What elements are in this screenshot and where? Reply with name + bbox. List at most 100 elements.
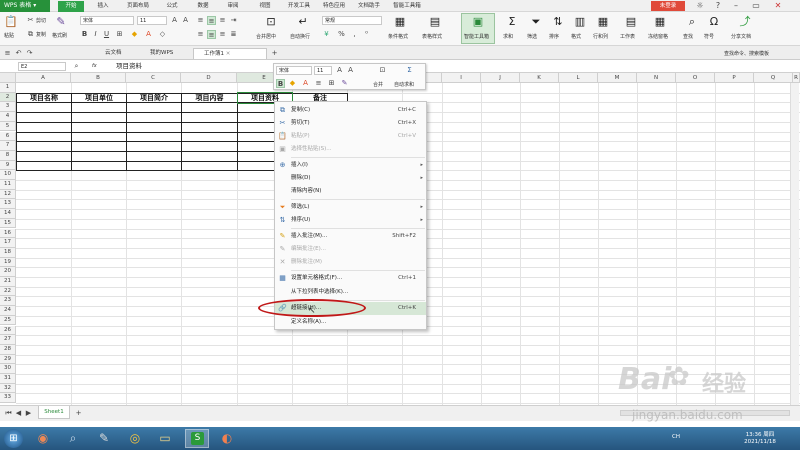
format-painter-icon[interactable]: ✎ (54, 15, 68, 29)
row-header[interactable]: 6 (0, 131, 16, 142)
row-header[interactable]: 3 (0, 102, 16, 113)
percent-icon[interactable]: % (337, 30, 346, 39)
font-shrink-icon[interactable]: A (181, 16, 190, 25)
column-header[interactable]: L (559, 73, 598, 83)
tab-data[interactable]: 数据 (192, 1, 214, 12)
fill-color-icon[interactable]: ◆ (130, 30, 139, 39)
align-center-icon[interactable]: ≡ (207, 30, 216, 39)
align-left-icon[interactable]: ≡ (196, 30, 205, 39)
wps-taskbar-button[interactable]: S (185, 429, 209, 448)
menu-item-sort[interactable]: ⇅ 排序(U) ▸ (275, 214, 426, 227)
row-header[interactable]: 33 (0, 393, 16, 404)
column-header[interactable]: A (16, 73, 71, 83)
font-grow-icon[interactable]: A (170, 16, 179, 25)
row-header[interactable]: 9 (0, 160, 16, 171)
start-button-icon[interactable]: ⊞ (4, 429, 23, 448)
row-header[interactable]: 32 (0, 383, 16, 394)
mini-font-size[interactable]: 11 (314, 66, 332, 75)
mini-format-painter-icon[interactable]: ✎ (340, 79, 349, 88)
sort-icon[interactable]: ⇅ (551, 15, 565, 29)
new-tab-icon[interactable]: + (270, 49, 279, 58)
column-header[interactable]: R (793, 73, 800, 83)
redo-icon[interactable]: ↷ (25, 49, 34, 58)
column-header[interactable]: C (126, 73, 181, 83)
command-search[interactable]: 查找命令、搜索模板 (724, 50, 769, 57)
row-col-icon[interactable]: ▦ (596, 15, 610, 29)
search-fn-icon[interactable]: ⌕ (72, 62, 81, 71)
paste-icon[interactable]: 📋 (4, 15, 18, 29)
format-painter-label[interactable]: 格式刷 (52, 32, 67, 39)
row-header[interactable]: 1 (0, 83, 16, 93)
taskbar-search-icon[interactable]: ⌕ (64, 430, 82, 447)
column-header[interactable]: K (520, 73, 559, 83)
row-header[interactable]: 14 (0, 209, 16, 219)
mini-border-icon[interactable]: ⊞ (327, 79, 336, 88)
formula-input[interactable]: 项目资料 (116, 62, 142, 71)
share-icon[interactable]: ⤴ (738, 15, 752, 29)
share-label[interactable]: 分享文档 (731, 33, 751, 40)
thousands-icon[interactable]: , (350, 30, 359, 39)
mini-merge-label[interactable]: 合并 (373, 81, 383, 88)
find-icon[interactable]: ⌕ (685, 15, 699, 29)
wrap-text-icon[interactable]: ↵ (296, 15, 310, 29)
column-header[interactable]: P (715, 73, 754, 83)
first-sheet-icon[interactable]: ⏮ (4, 409, 13, 418)
fx-icon[interactable]: fx (92, 63, 97, 69)
symbol-icon[interactable]: Ω (707, 15, 721, 29)
login-button[interactable]: 未登录 (651, 1, 685, 11)
row-header[interactable]: 10 (0, 170, 16, 180)
mini-font-shrink-icon[interactable]: A (346, 66, 355, 75)
undo-icon[interactable]: ↶ (14, 49, 23, 58)
row-header[interactable]: 23 (0, 296, 16, 307)
currency-icon[interactable]: ¥ (322, 30, 331, 39)
filter-label[interactable]: 筛选 (527, 33, 537, 40)
decimal-icon[interactable]: ⁰ (362, 30, 371, 39)
table-style-label[interactable]: 表格样式 (422, 33, 442, 40)
table-style-icon[interactable]: ▤ (428, 15, 442, 29)
underline-icon[interactable]: U (102, 30, 111, 39)
cond-format-label[interactable]: 条件格式 (388, 33, 408, 40)
table-header-cell[interactable]: 项目简介 (127, 93, 181, 103)
tab-doc-assistant[interactable]: 文档助手 (353, 1, 385, 12)
tab-insert[interactable]: 插入 (92, 1, 114, 12)
mini-autosum-icon[interactable]: Σ (405, 66, 414, 75)
doctab-cloud[interactable]: 云文档 (95, 48, 122, 59)
column-header[interactable]: M (598, 73, 637, 83)
row-header[interactable]: 2 (0, 92, 16, 103)
align-right-icon[interactable]: ≡ (218, 30, 227, 39)
indent-icon[interactable]: ⇥ (229, 16, 238, 25)
tab-list-icon[interactable]: ≡ (3, 49, 12, 58)
row-header[interactable]: 24 (0, 306, 16, 316)
freeze-label[interactable]: 冻结窗格 (648, 33, 668, 40)
cut-icon[interactable]: ✂ (26, 16, 35, 25)
column-header[interactable]: I (442, 73, 481, 83)
help-icon[interactable]: ? (710, 0, 726, 12)
italic-icon[interactable]: I (91, 30, 100, 39)
row-header[interactable]: 31 (0, 374, 16, 384)
clear-icon[interactable]: ◇ (158, 30, 167, 39)
mini-align-icon[interactable]: ≡ (314, 79, 323, 88)
row-header[interactable]: 19 (0, 257, 16, 268)
column-header[interactable]: D (181, 73, 237, 83)
tab-page-layout[interactable]: 页面布局 (121, 1, 155, 12)
mini-font-name[interactable]: 宋体 (276, 66, 312, 75)
vertical-scrollbar[interactable] (790, 83, 799, 405)
mini-autosum-label[interactable]: 自动求和 (394, 81, 414, 88)
worksheet-label[interactable]: 工作表 (620, 33, 635, 40)
row-header[interactable]: 13 (0, 199, 16, 210)
format-label[interactable]: 格式 (571, 33, 581, 40)
menu-item-copy[interactable]: ⧉ 复制(C) Ctrl+C (275, 104, 426, 117)
align-middle-icon[interactable]: ≡ (207, 16, 216, 25)
chrome-icon[interactable]: ◎ (126, 430, 144, 447)
app-menu-button[interactable]: WPS 表格 ▾ (0, 0, 50, 12)
tab-formulas[interactable]: 公式 (161, 1, 183, 12)
filter-icon[interactable]: ⏷ (529, 15, 543, 29)
tab-review[interactable]: 审阅 (222, 1, 244, 12)
prev-sheet-icon[interactable]: ◀ (14, 409, 23, 418)
row-header[interactable]: 8 (0, 150, 16, 161)
row-header[interactable]: 7 (0, 141, 16, 151)
close-icon[interactable]: ✕ (770, 0, 786, 12)
mini-font-color-icon[interactable]: A (301, 79, 310, 88)
row-header[interactable]: 17 (0, 238, 16, 248)
mini-fill-icon[interactable]: ◆ (288, 79, 297, 88)
